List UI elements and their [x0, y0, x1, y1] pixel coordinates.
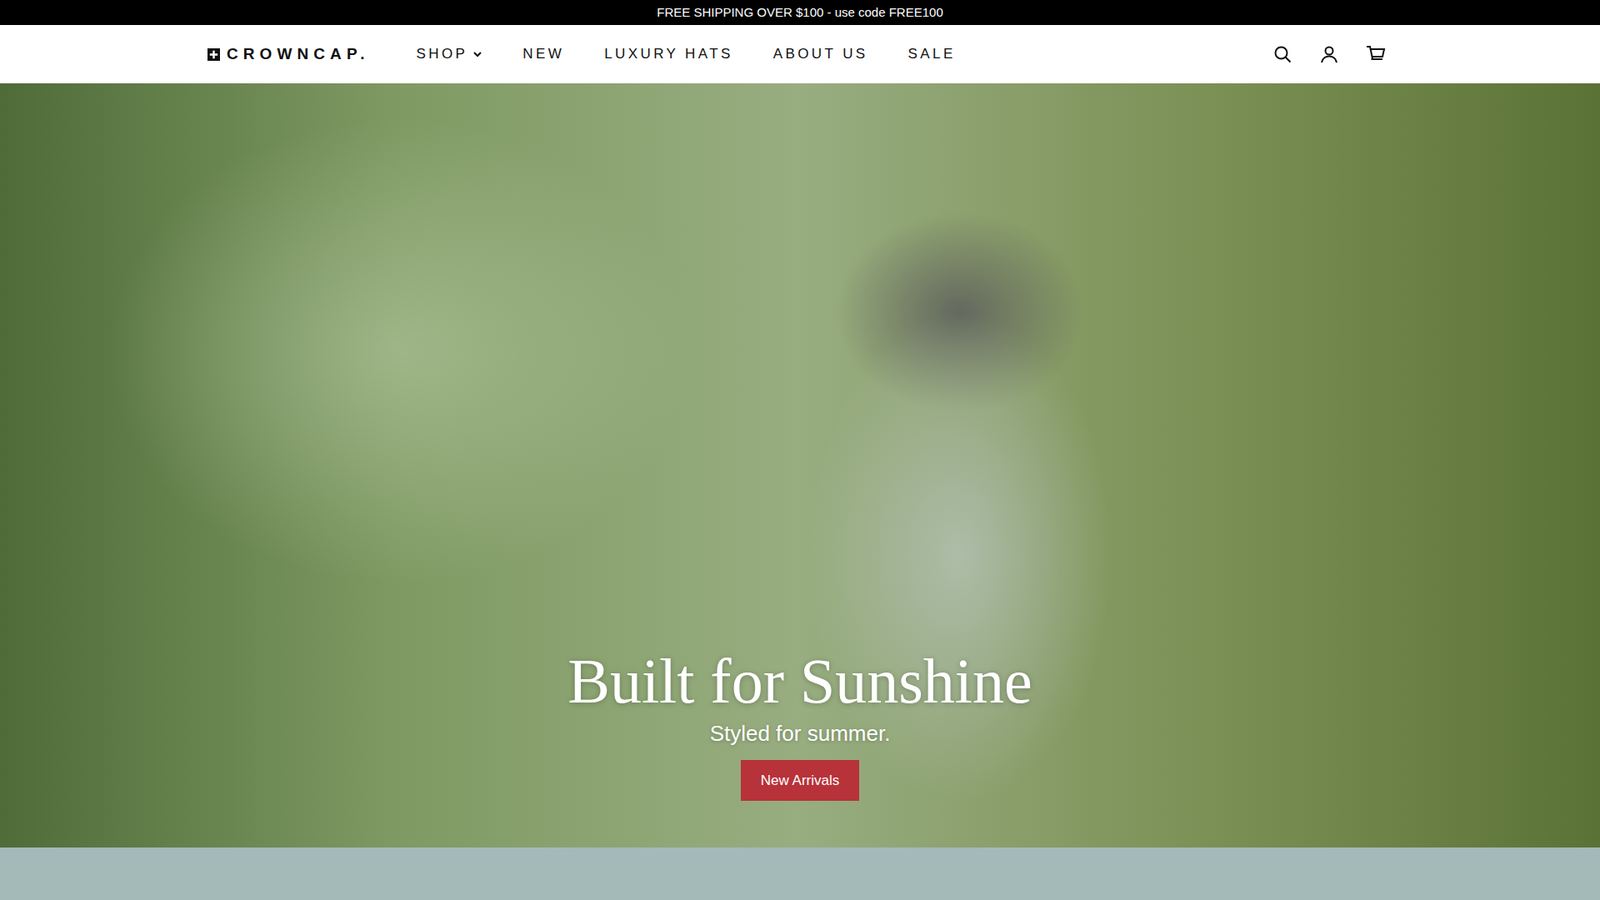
main-nav: SHOP NEW LUXURY HATS ABOUT US SALE: [416, 36, 956, 72]
nav-link[interactable]: SHOP: [416, 36, 484, 72]
cart-icon: [1365, 44, 1386, 65]
header-inner: CROWNCAP. SHOP NEW LUXURY HATS ABOUT US SALE: [207, 36, 1393, 72]
nav-link[interactable]: LUXURY HATS: [604, 36, 734, 72]
logo-mark-icon: [207, 48, 220, 61]
hero-banner: Built for Sunshine Styled for summer. New …: [0, 83, 1600, 848]
nav-label: NEW: [522, 43, 565, 65]
cart-button[interactable]: [1359, 37, 1393, 71]
nav-link[interactable]: ABOUT US: [773, 36, 869, 72]
account-button[interactable]: [1312, 37, 1346, 71]
header-icons: [1265, 37, 1393, 71]
nav-link[interactable]: NEW: [522, 36, 565, 72]
logo[interactable]: CROWNCAP.: [207, 42, 370, 67]
nav-label: SALE: [908, 43, 956, 65]
new-arrivals-button[interactable]: New Arrivals: [740, 760, 860, 802]
nav-link[interactable]: SALE: [908, 36, 956, 72]
hero-subtitle: Styled for summer.: [710, 720, 891, 749]
account-icon: [1319, 44, 1340, 65]
logo-text: CROWNCAP.: [226, 42, 370, 67]
search-icon: [1272, 44, 1293, 65]
nav-label: LUXURY HATS: [604, 43, 734, 65]
search-button[interactable]: [1265, 37, 1300, 71]
hero-title: Built for Sunshine: [567, 646, 1032, 717]
section-strip: [0, 847, 1600, 900]
nav-label: SHOP: [416, 43, 469, 65]
chevron-down-icon: [472, 49, 483, 60]
announcement-bar: FREE SHIPPING OVER $100 - use code FREE1…: [0, 0, 1600, 25]
site-header: CROWNCAP. SHOP NEW LUXURY HATS ABOUT US SALE: [0, 25, 1600, 84]
announcement-text: FREE SHIPPING OVER $100 - use code FREE1…: [656, 5, 943, 20]
nav-label: ABOUT US: [773, 43, 869, 65]
